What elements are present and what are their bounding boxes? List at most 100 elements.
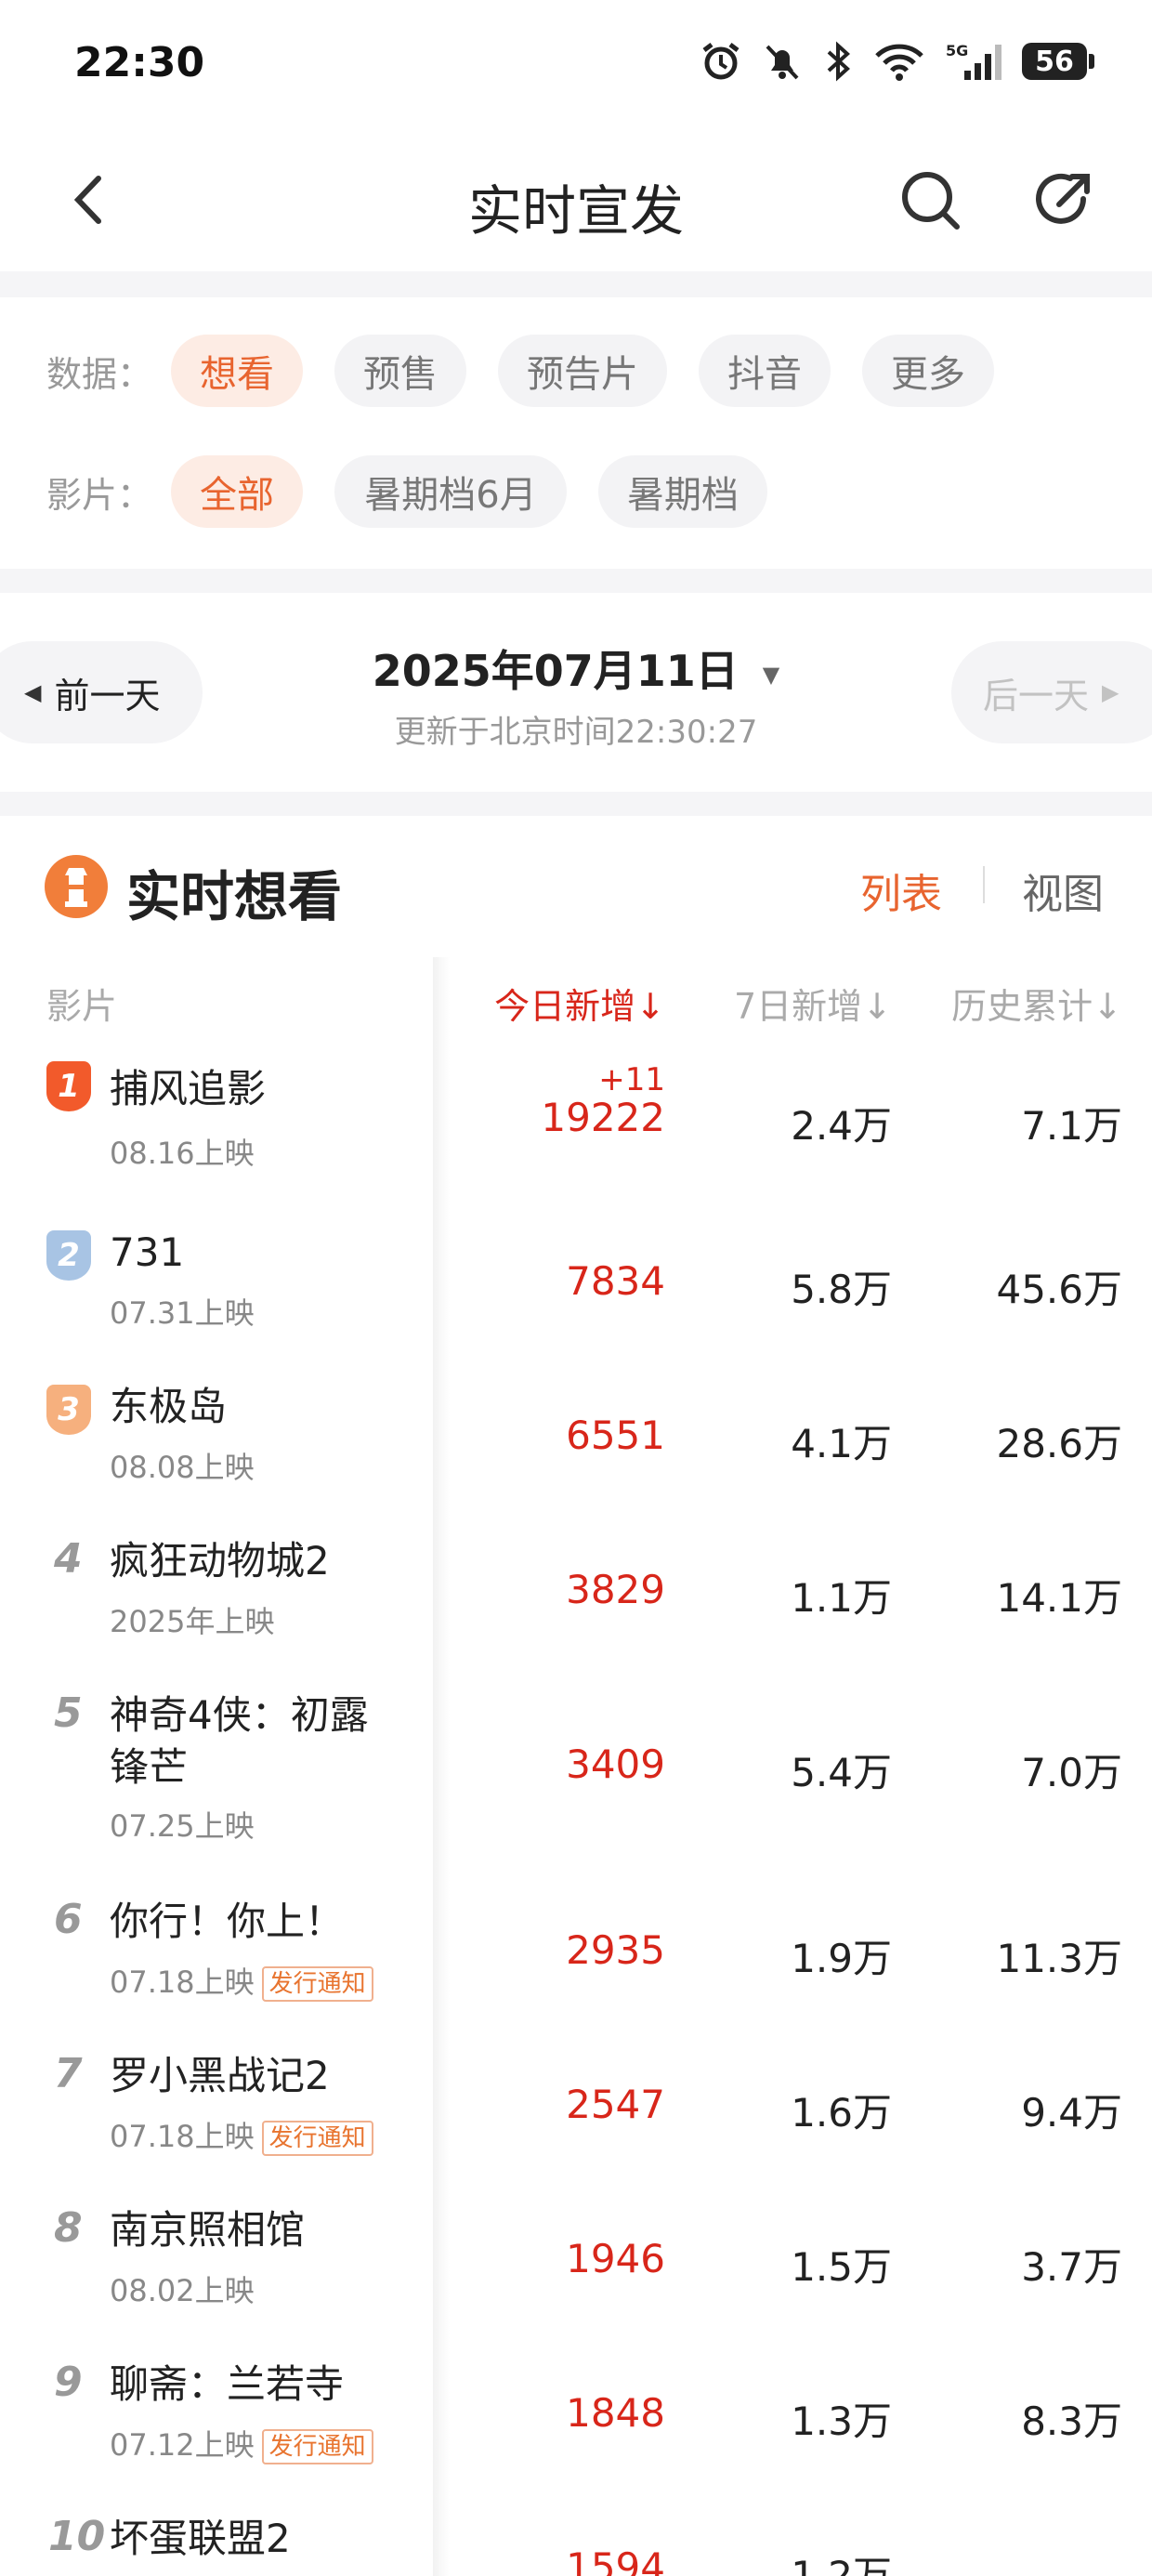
sort-down-icon: ↓ — [635, 986, 665, 1027]
total-count: 8.3万 — [1021, 2399, 1122, 2444]
divider — [0, 569, 1152, 593]
total-count: 7.1万 — [1021, 1103, 1122, 1149]
release-notice-badge[interactable]: 发行通知 — [261, 1966, 373, 2002]
release-date: 07.25上映 — [110, 1808, 255, 1844]
week-new: 1.3万 — [791, 2399, 892, 2444]
week-new: 5.8万 — [791, 1267, 892, 1312]
view-list-toggle[interactable]: 列表 — [860, 861, 942, 920]
film-title: 你行！你上！ — [110, 1899, 345, 1944]
release-notice-badge[interactable]: 发行通知 — [261, 2429, 373, 2464]
table-row[interactable]: 8 南京照相馆 08.02上映 1946 1.5万 3.7万 — [0, 2204, 1152, 2353]
rank-number: 4 — [54, 1535, 83, 1583]
table-row[interactable]: 10 坏蛋联盟2 1594 1.2万 — [0, 2513, 1152, 2576]
status-time: 22:30 — [74, 39, 205, 86]
status-icons: 5G 56 — [700, 41, 1094, 82]
col-header-total[interactable]: 历史累计↓ — [951, 978, 1122, 1029]
today-new: 2935 — [566, 1927, 665, 1973]
film-title: 731 — [110, 1229, 185, 1275]
sort-down-icon: ↓ — [1093, 986, 1122, 1027]
share-button[interactable] — [1031, 167, 1098, 238]
chip-film-all[interactable]: 全部 — [171, 455, 303, 528]
table-row[interactable]: 3 东极岛 08.08上映 6551 4.1万 28.6万 — [0, 1381, 1152, 1530]
col-header-week-label: 7日新增 — [733, 986, 863, 1027]
release-date-text: 07.12上映 — [110, 2427, 255, 2463]
caret-right-icon: ▶ — [1102, 679, 1119, 705]
view-separator — [983, 866, 985, 903]
view-chart-toggle[interactable]: 视图 — [1022, 861, 1104, 920]
data-filter-label: 数据： — [46, 353, 153, 395]
search-button[interactable] — [897, 167, 964, 238]
release-date-text: 07.18上映 — [110, 2119, 255, 2154]
film-title: 东极岛 — [110, 1384, 228, 1429]
today-increase: +11 — [598, 1061, 665, 1098]
next-day-button[interactable]: 后一天 ▶ — [951, 641, 1152, 743]
rank-badge-gold: 1 — [46, 1061, 91, 1111]
chip-data-trailer[interactable]: 预告片 — [498, 335, 667, 407]
release-date: 08.02上映 — [110, 2273, 255, 2308]
col-header-today-label: 今日新增 — [494, 986, 636, 1027]
film-title: 疯狂动物城2 — [110, 1538, 330, 1584]
week-new: 4.1万 — [791, 1421, 892, 1466]
total-count: 9.4万 — [1021, 2090, 1122, 2136]
divider — [0, 271, 1152, 297]
today-new: 19222 — [541, 1095, 665, 1140]
today-new: 7834 — [566, 1258, 665, 1304]
caret-down-icon: ▼ — [762, 661, 780, 688]
table-row[interactable]: 9 聊斋：兰若寺 07.12上映 发行通知 1848 1.3万 8.3万 — [0, 2359, 1152, 2507]
chip-data-more[interactable]: 更多 — [862, 335, 994, 407]
table-row[interactable]: 6 你行！你上！ 07.18上映 发行通知 2935 1.9万 11.3万 — [0, 1896, 1152, 2044]
lighthouse-icon — [45, 855, 108, 918]
search-icon — [902, 172, 960, 230]
film-title: 捕风追影 — [110, 1066, 267, 1111]
table-row[interactable]: 2 731 07.31上映 7834 5.8万 45.6万 — [0, 1227, 1152, 1375]
table-row[interactable]: 1 捕风追影 08.16上映 +11 19222 2.4万 7.1万 — [0, 1054, 1152, 1203]
wifi-icon — [875, 44, 923, 81]
cell-signal-icon: 5G — [946, 42, 1001, 80]
total-count: 14.1万 — [996, 1575, 1122, 1621]
chip-data-presale[interactable]: 预售 — [334, 335, 466, 407]
total-count: 3.7万 — [1021, 2244, 1122, 2290]
battery-indicator: 56 — [1022, 43, 1094, 80]
col-header-week[interactable]: 7日新增↓ — [734, 978, 892, 1029]
release-date: 07.18上映 发行通知 — [110, 2113, 373, 2156]
col-header-today[interactable]: 今日新增↓ — [494, 978, 665, 1029]
week-new: 1.9万 — [791, 1936, 892, 1981]
week-new: 1.2万 — [791, 2553, 892, 2576]
col-header-total-label: 历史累计 — [951, 986, 1093, 1027]
table-row[interactable]: 4 疯狂动物城2 2025年上映 3829 1.1万 14.1万 — [0, 1535, 1152, 1684]
today-new: 3409 — [566, 1741, 665, 1787]
rank-number: 7 — [54, 2050, 83, 2097]
chip-data-douyin[interactable]: 抖音 — [699, 335, 831, 407]
release-date: 07.31上映 — [110, 1295, 255, 1331]
today-new: 1594 — [566, 2544, 665, 2576]
today-new: 3829 — [566, 1567, 665, 1612]
film-title: 聊斋：兰若寺 — [110, 2361, 345, 2407]
page-title: 实时宣发 — [467, 179, 684, 243]
chip-film-summer-june[interactable]: 暑期档6月 — [334, 455, 567, 528]
release-date: 07.12上映 发行通知 — [110, 2422, 373, 2464]
next-day-label: 后一天 — [983, 675, 1090, 716]
divider — [0, 792, 1152, 816]
total-count: 28.6万 — [996, 1421, 1122, 1466]
film-title: 神奇4侠：初露锋芒 — [110, 1692, 369, 1790]
date-value: 2025年07月11日 — [372, 646, 739, 696]
chip-data-want[interactable]: 想看 — [171, 335, 303, 407]
bluetooth-icon — [827, 41, 850, 82]
table-row[interactable]: 5 神奇4侠：初露锋芒 07.25上映 3409 5.4万 7.0万 — [0, 1689, 1152, 1844]
sort-down-icon: ↓ — [862, 986, 892, 1027]
rank-number: 5 — [54, 1689, 83, 1737]
release-notice-badge[interactable]: 发行通知 — [261, 2121, 373, 2156]
release-date: 07.18上映 发行通知 — [110, 1959, 373, 2002]
film-filter-label: 影片： — [46, 474, 153, 516]
release-date: 08.08上映 — [110, 1450, 255, 1485]
table-row[interactable]: 7 罗小黑战记2 07.18上映 发行通知 2547 1.6万 9.4万 — [0, 2050, 1152, 2199]
rank-number: 10 — [48, 2513, 106, 2560]
rank-number: 6 — [54, 1896, 83, 1943]
chip-film-summer[interactable]: 暑期档 — [598, 455, 767, 528]
total-count: 11.3万 — [996, 1936, 1122, 1981]
release-date: 08.16上映 — [110, 1136, 255, 1171]
today-new: 6551 — [566, 1413, 665, 1458]
rank-number: 8 — [54, 2204, 83, 2252]
week-new: 2.4万 — [791, 1103, 892, 1149]
data-filter-row: 数据： 想看 预售 预告片 抖音 更多 — [46, 335, 1026, 407]
